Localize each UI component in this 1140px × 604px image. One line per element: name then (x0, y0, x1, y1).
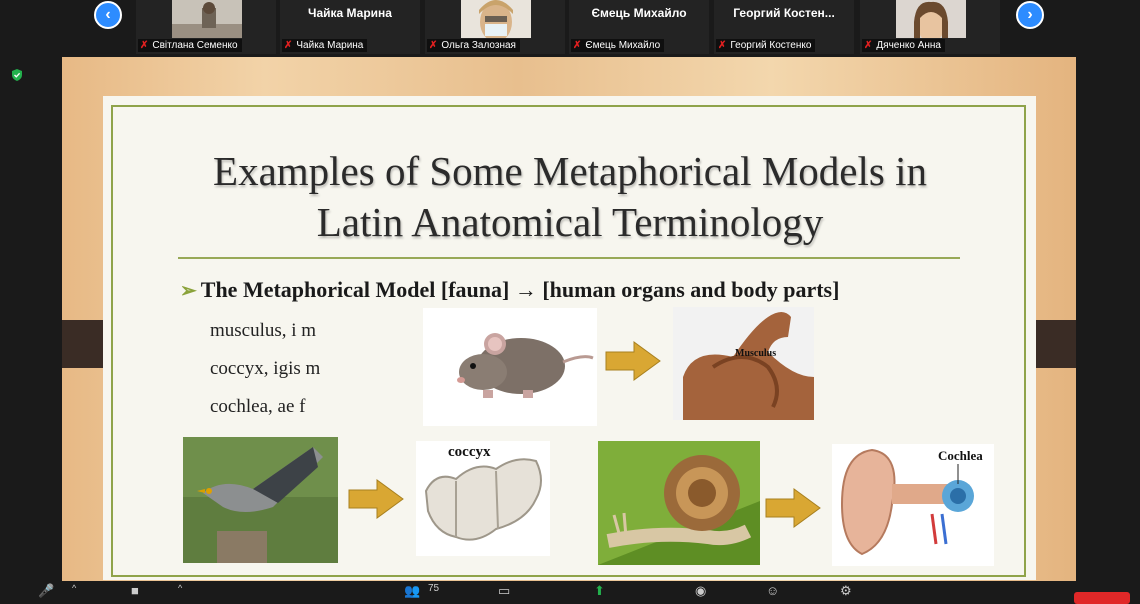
latin-term: musculus, i m (210, 320, 317, 341)
mute-mic-icon[interactable]: 🎤 (38, 583, 54, 599)
snail-image (598, 441, 760, 565)
participant-name: Світлана Семенко (152, 40, 238, 51)
participant-name: Чайка Марина (296, 40, 364, 51)
chevron-right-icon: › (1027, 6, 1033, 23)
muscle-image (673, 307, 814, 420)
arrow-icon (605, 341, 661, 381)
participant-strip: ‹ ✗ Світлана Семенко Чайка Марина ✗ Чайка … (0, 0, 1140, 56)
participant-name: Георгий Костенко (730, 40, 812, 51)
latin-term: coccyx, igis m (210, 358, 321, 379)
mouse-image (423, 308, 597, 426)
chevron-left-icon: ‹ (105, 6, 111, 23)
arrow-icon (348, 479, 404, 519)
participant-tile[interactable]: Георгий Костен... ✗ Георгий Костенко (714, 0, 854, 54)
share-screen-icon[interactable]: ⬆ (594, 583, 605, 599)
arrow-icon (765, 488, 821, 528)
audio-options-chevron-icon[interactable]: ^ (72, 583, 76, 599)
meeting-toolbar: 🎤 ^ ■ ^ 👥 75 ▭ ⬆ ◉ ☺ ⚙ (0, 581, 1140, 600)
title-divider (178, 257, 960, 259)
muted-mic-icon: ✗ (284, 40, 293, 51)
bullet-text: The Metaphorical Model [fauna] → [human … (200, 277, 840, 302)
muscle-caption: Musculus (735, 348, 777, 359)
muted-mic-icon: ✗ (864, 40, 873, 51)
muted-mic-icon: ✗ (429, 40, 438, 51)
end-meeting-button[interactable] (1074, 592, 1130, 604)
bullet-arrow-icon: ➢ (180, 280, 197, 302)
participant-tile[interactable]: Ємець Михайло ✗ Ємець Михайло (569, 0, 709, 54)
coccyx-caption: coccyx (448, 444, 491, 460)
muted-mic-icon: ✗ (140, 40, 149, 51)
prev-page-button[interactable]: ‹ (94, 1, 122, 29)
participant-display-name: Ємець Михайло (591, 6, 687, 20)
participant-video (461, 0, 531, 38)
participant-tile[interactable]: Чайка Марина ✗ Чайка Марина (280, 0, 420, 54)
security-shield-icon[interactable] (10, 68, 24, 82)
title-line: Examples of Some Metaphorical Models in (213, 148, 927, 194)
participant-video (172, 0, 242, 38)
participant-count: 75 (428, 583, 440, 594)
apps-icon[interactable]: ⚙ (840, 583, 852, 599)
video-options-chevron-icon[interactable]: ^ (178, 583, 182, 599)
reactions-icon[interactable]: ☺ (766, 583, 779, 599)
participant-display-name: Чайка Марина (308, 6, 392, 20)
video-camera-icon[interactable]: ■ (131, 583, 139, 599)
participant-display-name: Георгий Костен... (733, 6, 835, 20)
record-icon[interactable]: ◉ (695, 583, 706, 599)
next-page-button[interactable]: › (1016, 1, 1044, 29)
participant-tile[interactable]: ✗ Ольга Залозная (425, 0, 565, 54)
participant-name: Ольга Залозная (441, 40, 516, 51)
slide-title: Examples of Some Metaphorical Models in … (140, 146, 1000, 248)
participant-tile[interactable]: ✗ Дяченко Анна (860, 0, 1000, 54)
muted-mic-icon: ✗ (718, 40, 727, 51)
slide-bullet: ➢ The Metaphorical Model [fauna] → [human… (180, 277, 839, 303)
participant-name: Дяченко Анна (876, 40, 941, 51)
cochlea-caption: Cochlea (938, 448, 983, 463)
participants-icon[interactable]: 👥 (404, 583, 420, 599)
muted-mic-icon: ✗ (573, 40, 582, 51)
participant-video (896, 0, 966, 38)
participant-tile[interactable]: ✗ Світлана Семенко (136, 0, 276, 54)
title-line: Latin Anatomical Terminology (316, 199, 824, 245)
participant-name: Ємець Михайло (585, 40, 661, 51)
chat-icon[interactable]: ▭ (498, 583, 510, 599)
latin-term: cochlea, ae f (210, 396, 306, 417)
cuckoo-image (183, 437, 338, 563)
